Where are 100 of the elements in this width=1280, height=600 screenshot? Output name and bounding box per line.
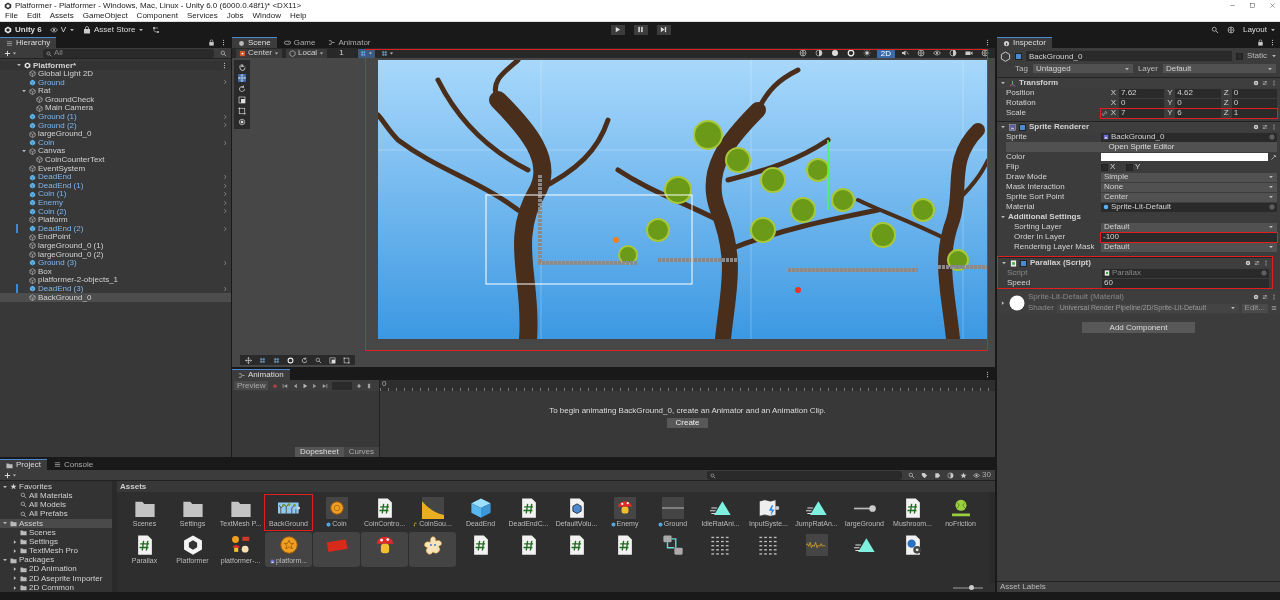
hierarchy-item[interactable]: largeGround_0 [0, 129, 231, 139]
hierarchy-item[interactable]: DeadEnd (2) [0, 224, 231, 233]
number-field[interactable]: 0 [1231, 98, 1277, 108]
search-field[interactable]: All [43, 48, 214, 58]
preview-button[interactable]: Preview [234, 381, 269, 390]
panel-tab[interactable]: Animation [232, 369, 290, 380]
menu-item[interactable]: Services [186, 11, 218, 21]
dropdown[interactable]: Default [1101, 222, 1277, 232]
hierarchy-item[interactable]: Global Light 2D [0, 69, 231, 79]
hierarchy-item[interactable]: Coin (1) [0, 189, 231, 199]
menu-item[interactable]: Jobs [226, 11, 244, 21]
panel-tab[interactable]: Animator [322, 37, 377, 48]
hierarchy-item[interactable]: Main Camera [0, 103, 231, 113]
tree-item[interactable]: Settings [0, 537, 112, 547]
hierarchy-item[interactable]: Rat [0, 86, 231, 96]
tree-item[interactable]: Favorites [0, 482, 112, 492]
object-field[interactable]: BackGround_0 [1101, 132, 1277, 142]
hierarchy-item[interactable]: Ground (2) [0, 121, 231, 130]
hierarchy-item[interactable]: Ground [0, 78, 231, 87]
tree-item[interactable]: 2D Animation [0, 564, 112, 574]
layout-dropdown[interactable]: Layout [1242, 24, 1276, 35]
menu-item[interactable]: GameObject [82, 11, 128, 21]
number-field[interactable]: 0 [1119, 98, 1165, 108]
number-field[interactable]: -100 [1101, 232, 1277, 242]
tree-item[interactable]: All Prefabs [0, 509, 112, 519]
panel-tab[interactable]: Project [0, 459, 47, 470]
tree-item[interactable]: Scenes [0, 527, 112, 538]
hierarchy-item[interactable]: Box [0, 267, 231, 276]
hierarchy-item[interactable]: DeadEnd [0, 172, 231, 182]
component-header[interactable]: Transform [997, 77, 1280, 88]
panel-tab[interactable]: Hierarchy [0, 37, 57, 48]
create-button[interactable]: Create [667, 417, 708, 428]
hierarchy-item[interactable]: Ground (3) [0, 258, 231, 268]
hierarchy-item[interactable]: largeGround_0 (1) [0, 241, 231, 251]
hierarchy-item[interactable]: DeadEnd (3) [0, 284, 231, 294]
open-editor-button[interactable]: Open Sprite Editor [1006, 142, 1277, 152]
hierarchy-item[interactable]: Platform [0, 215, 231, 225]
section-label: Asset Labels [1000, 582, 1046, 592]
hierarchy-item[interactable]: Coin [0, 138, 231, 147]
tree-item[interactable]: 2D Aseprite Importer [0, 573, 112, 584]
scene-item[interactable]: Platformer* [0, 61, 231, 70]
panel-tab[interactable]: Console [47, 459, 100, 470]
tree-item[interactable]: 2D Common [0, 583, 112, 592]
asset-store-button[interactable]: Asset Store [83, 24, 145, 35]
hierarchy-item[interactable]: EventSystem [0, 164, 231, 173]
number-field[interactable]: 7 [1119, 108, 1165, 118]
pivot-dropdown[interactable]: Center [236, 48, 282, 58]
menu-item[interactable]: Window [252, 11, 281, 21]
add-component-button[interactable]: Add Component [1082, 322, 1195, 333]
menu-item[interactable]: Edit [26, 11, 41, 21]
tree-item[interactable]: All Materials [0, 491, 112, 501]
tree-item[interactable]: Packages [0, 555, 112, 565]
hierarchy-item[interactable]: platformer-2-objects_1 [0, 275, 231, 285]
number-field[interactable]: 4.62 [1175, 88, 1221, 98]
component-header[interactable]: Sprite Renderer [997, 121, 1280, 132]
hierarchy-item[interactable]: largeGround_0 (2) [0, 250, 231, 259]
layer-dropdown[interactable]: Default [1162, 64, 1276, 73]
object-field[interactable]: Sprite-Lit-Default [1101, 202, 1277, 212]
tree-item[interactable]: Assets [0, 518, 112, 528]
hierarchy-item[interactable]: Coin (2) [0, 207, 231, 216]
field-label: Mask Interaction [1006, 182, 1066, 192]
dropdown[interactable]: Simple [1101, 172, 1277, 182]
menu-item[interactable]: File [5, 11, 18, 21]
menu-item[interactable]: Component [136, 11, 178, 21]
number-field[interactable]: 6 [1175, 108, 1221, 118]
hierarchy-item[interactable]: BackGround_0 [0, 293, 231, 302]
tree-item[interactable]: All Models [0, 500, 112, 510]
number-field[interactable]: 7.62 [1119, 88, 1165, 98]
number-field[interactable]: 0 [1175, 98, 1221, 108]
mode-2d-toggle[interactable]: 2D [876, 48, 895, 58]
hierarchy-item[interactable]: Canvas [0, 146, 231, 156]
view-tab[interactable]: Curves [343, 447, 379, 457]
dropdown[interactable]: Center [1101, 192, 1277, 202]
static-label: Static [1247, 51, 1267, 61]
space-dropdown[interactable]: Local [286, 48, 328, 58]
foldout-header[interactable]: Additional Settings [997, 212, 1280, 222]
panel-tab[interactable]: Game [277, 37, 322, 48]
component-header[interactable]: Parallax (Script) [998, 257, 1272, 268]
hierarchy-item[interactable]: CoinCounterText [0, 155, 231, 165]
menu-item[interactable]: Assets [49, 11, 74, 21]
dropdown[interactable]: None [1101, 182, 1277, 192]
hierarchy-item[interactable]: Enemy [0, 198, 231, 208]
tag-dropdown[interactable]: Untagged [1032, 64, 1133, 73]
panel-tab[interactable]: Scene [232, 37, 277, 48]
panel-tab[interactable]: Inspector [997, 37, 1052, 48]
view-tab[interactable]: Dopesheet [294, 447, 344, 457]
number-field[interactable]: 1 [1231, 108, 1277, 118]
hierarchy-item[interactable]: Ground (1) [0, 112, 231, 122]
number-field[interactable]: 0 [1231, 88, 1277, 98]
dropdown[interactable]: Default [1101, 242, 1277, 252]
hierarchy-item[interactable]: DeadEnd (1) [0, 181, 231, 190]
number-field[interactable]: 60 [1102, 278, 1269, 288]
name-field[interactable]: BackGround_0 [1026, 51, 1232, 61]
account-button[interactable]: Unity 6 [4, 24, 42, 35]
hierarchy-item[interactable]: GroundCheck [0, 95, 231, 104]
version-control-button[interactable]: V [49, 24, 75, 35]
menu-item[interactable]: Help [290, 11, 307, 21]
hierarchy-item[interactable]: EndPoint [0, 232, 231, 242]
tree-item[interactable]: TextMesh Pro [0, 546, 112, 556]
axis-label: Z [1222, 98, 1230, 108]
